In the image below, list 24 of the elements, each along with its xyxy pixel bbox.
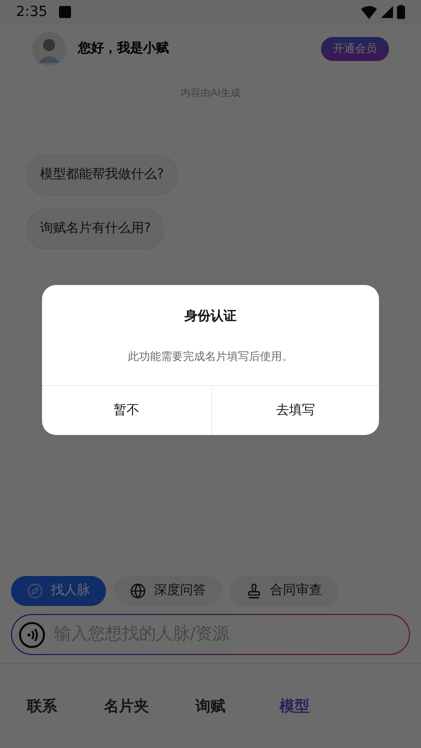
nav-tab[interactable]: 模型	[280, 694, 310, 718]
nav-tab[interactable]: 联系	[27, 694, 58, 718]
compass-icon	[27, 583, 43, 599]
suggestion-bubble[interactable]: 询赋名片有什么用?	[27, 209, 164, 249]
mode-chip[interactable]: 合同审查	[230, 576, 338, 606]
avatar-icon	[32, 32, 66, 66]
status-time: 2:35	[16, 2, 48, 22]
dialog-button[interactable]: 去填写	[210, 386, 379, 435]
stamp-icon	[246, 583, 262, 599]
battery-icon	[397, 5, 405, 19]
dialog-message: 此功能需要完成名片填写后使用。	[127, 348, 294, 364]
suggestion-bubble[interactable]: 模型都能帮我做什么?	[27, 155, 177, 195]
dialog-title: 身份认证	[184, 308, 238, 326]
mode-chip[interactable]: 找人脉	[11, 576, 106, 606]
member-button[interactable]: 开通会员	[321, 36, 389, 62]
dialog-button[interactable]: 暂不	[42, 386, 210, 435]
nav-tab[interactable]: 名片夹	[104, 694, 149, 718]
greeting-text: 您好，我是小赋	[78, 40, 170, 58]
nav-tab[interactable]: 询赋	[195, 694, 226, 718]
mode-chip[interactable]: 深度问答	[114, 576, 222, 606]
globe-icon	[130, 583, 146, 599]
voice-icon	[18, 620, 46, 648]
wifi-icon	[361, 6, 377, 18]
signal-icon	[381, 6, 393, 18]
